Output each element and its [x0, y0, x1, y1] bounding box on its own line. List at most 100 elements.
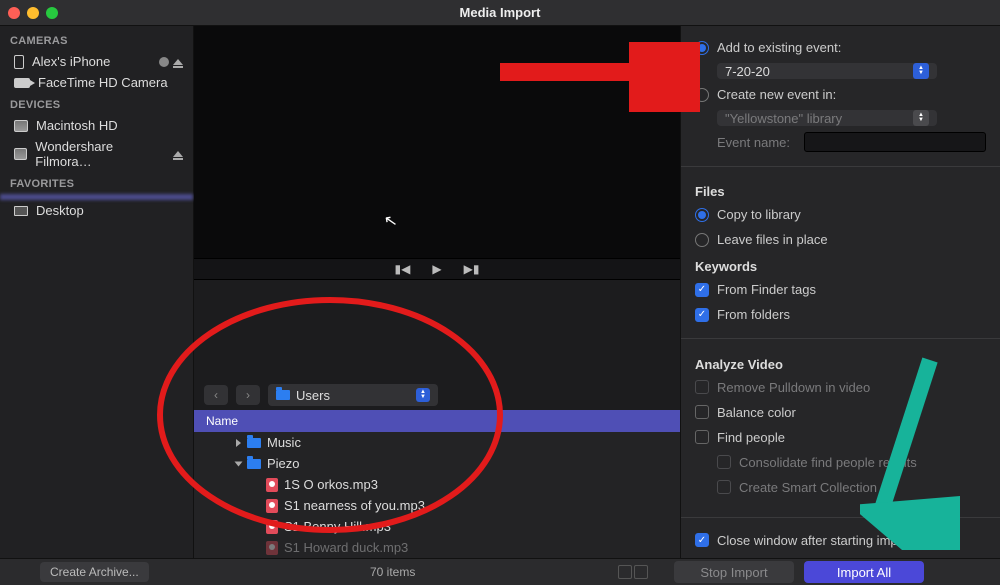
radio-icon [695, 233, 709, 247]
audio-file-icon [266, 520, 278, 534]
sidebar-item-label: Alex's iPhone [32, 54, 110, 69]
status-dot-icon [159, 57, 169, 67]
check-balance-color[interactable]: Balance color [695, 403, 986, 422]
audio-file-icon [266, 478, 278, 492]
file-name: Piezo [267, 456, 300, 471]
check-find-people[interactable]: Find people [695, 428, 986, 447]
select-value: 7-20-20 [725, 64, 770, 79]
file-name: S1 nearness of you.mp3 [284, 498, 425, 513]
view-mode-toggle[interactable] [618, 565, 648, 579]
column-header-name[interactable]: Name [194, 410, 680, 432]
eject-icon[interactable] [173, 151, 183, 157]
radio-icon [695, 88, 709, 102]
file-name: Music [267, 435, 301, 450]
next-button[interactable]: ▶▮ [464, 262, 480, 276]
files-header: Files [695, 184, 986, 199]
sidebar-item-facetime[interactable]: FaceTime HD Camera [0, 72, 193, 93]
path-label: Users [296, 388, 330, 403]
event-name-label: Event name: [717, 135, 790, 150]
file-row[interactable]: S1 Benny Hill.mp3 [194, 516, 680, 537]
play-button[interactable]: ▶ [432, 262, 441, 276]
check-label: Create Smart Collection [739, 480, 877, 495]
window-title: Media Import [460, 5, 541, 20]
audio-file-icon [266, 541, 278, 555]
checkbox-icon [717, 455, 731, 469]
folder-row[interactable]: Piezo [194, 453, 680, 474]
radio-label: Copy to library [717, 207, 801, 222]
check-label: Close window after starting import [717, 533, 913, 548]
titlebar: Media Import [0, 0, 1000, 26]
check-finder-tags[interactable]: ✓ From Finder tags [695, 280, 986, 299]
folder-icon [247, 459, 261, 469]
check-label: Find people [717, 430, 785, 445]
cursor-icon: ↖ [382, 210, 399, 232]
stop-import-button: Stop Import [674, 561, 794, 583]
radio-label: Add to existing event: [717, 40, 841, 55]
sidebar-item-label: Wondershare Filmora… [35, 139, 165, 169]
updown-icon: ▲▼ [416, 388, 430, 402]
disclosure-triangle-icon[interactable] [236, 439, 241, 447]
existing-event-select[interactable]: 7-20-20 ▲▼ [717, 63, 937, 79]
file-list: Music Piezo 1S O orkos.mp3 S1 nearness o… [194, 432, 680, 558]
checkbox-icon [695, 430, 709, 444]
item-count-label: 70 items [370, 565, 415, 579]
event-name-input [804, 132, 986, 152]
file-row[interactable]: S1 nearness of you.mp3 [194, 495, 680, 516]
sidebar-item-iphone[interactable]: Alex's iPhone [0, 51, 193, 72]
checkbox-icon [695, 405, 709, 419]
sidebar-item-filmora[interactable]: Wondershare Filmora… [0, 136, 193, 172]
check-label: From folders [717, 307, 790, 322]
folder-icon [247, 438, 261, 448]
section-header-cameras: CAMERAS [0, 29, 193, 51]
radio-icon [695, 208, 709, 222]
import-all-button[interactable]: Import All [804, 561, 924, 583]
sidebar-item-desktop[interactable]: Desktop [0, 200, 193, 221]
checkbox-icon: ✓ [695, 533, 709, 547]
file-row[interactable]: S1 Howard duck.mp3 [194, 537, 680, 558]
check-smart-collection: Create Smart Collection [695, 478, 986, 497]
file-row[interactable]: 1S O orkos.mp3 [194, 474, 680, 495]
maximize-window-icon[interactable] [46, 7, 58, 19]
prev-button[interactable]: ▮◀ [395, 262, 411, 276]
file-name: S1 Howard duck.mp3 [284, 540, 408, 555]
audio-file-icon [266, 499, 278, 513]
file-browser: ‹ › Users ▲▼ Name Music Piezo [194, 280, 680, 558]
sidebar-item-label: FaceTime HD Camera [38, 75, 168, 90]
disk-icon [14, 148, 27, 160]
create-archive-button[interactable]: Create Archive... [40, 562, 149, 582]
disclosure-triangle-icon[interactable] [235, 461, 243, 466]
radio-create-new[interactable]: Create new event in: [695, 85, 986, 104]
radio-add-existing[interactable]: Add to existing event: [695, 38, 986, 57]
checkbox-icon: ✓ [695, 308, 709, 322]
check-consolidate: Consolidate find people results [695, 453, 986, 472]
minimize-window-icon[interactable] [27, 7, 39, 19]
options-panel: Add to existing event: 7-20-20 ▲▼ Create… [680, 26, 1000, 558]
path-bar: ‹ › Users ▲▼ [194, 380, 680, 410]
window-controls [8, 7, 58, 19]
check-remove-pulldown: Remove Pulldown in video [695, 378, 986, 397]
check-label: Remove Pulldown in video [717, 380, 870, 395]
folder-icon [276, 390, 290, 400]
sidebar-item-macintosh-hd[interactable]: Macintosh HD [0, 115, 193, 136]
check-from-folders[interactable]: ✓ From folders [695, 305, 986, 324]
library-select: "Yellowstone" library ▲▼ [717, 110, 937, 126]
radio-label: Create new event in: [717, 87, 836, 102]
center-panel: ↖ ▮◀ ▶ ▶▮ ‹ › Users ▲▼ Name [194, 26, 680, 558]
file-name: 1S O orkos.mp3 [284, 477, 378, 492]
folder-row[interactable]: Music [194, 432, 680, 453]
eject-icon[interactable] [173, 59, 183, 65]
select-value: "Yellowstone" library [725, 111, 842, 126]
radio-copy-library[interactable]: Copy to library [695, 205, 986, 224]
check-close-window[interactable]: ✓ Close window after starting import [695, 531, 986, 550]
radio-leave-files[interactable]: Leave files in place [695, 230, 986, 249]
check-label: From Finder tags [717, 282, 816, 297]
camera-icon [14, 78, 30, 88]
radio-label: Leave files in place [717, 232, 828, 247]
updown-icon: ▲▼ [913, 63, 929, 79]
close-window-icon[interactable] [8, 7, 20, 19]
preview-area: ↖ [194, 26, 680, 258]
nav-forward-button[interactable]: › [236, 385, 260, 405]
path-popup[interactable]: Users ▲▼ [268, 384, 438, 406]
sidebar: CAMERAS Alex's iPhone FaceTime HD Camera… [0, 26, 194, 558]
nav-back-button[interactable]: ‹ [204, 385, 228, 405]
